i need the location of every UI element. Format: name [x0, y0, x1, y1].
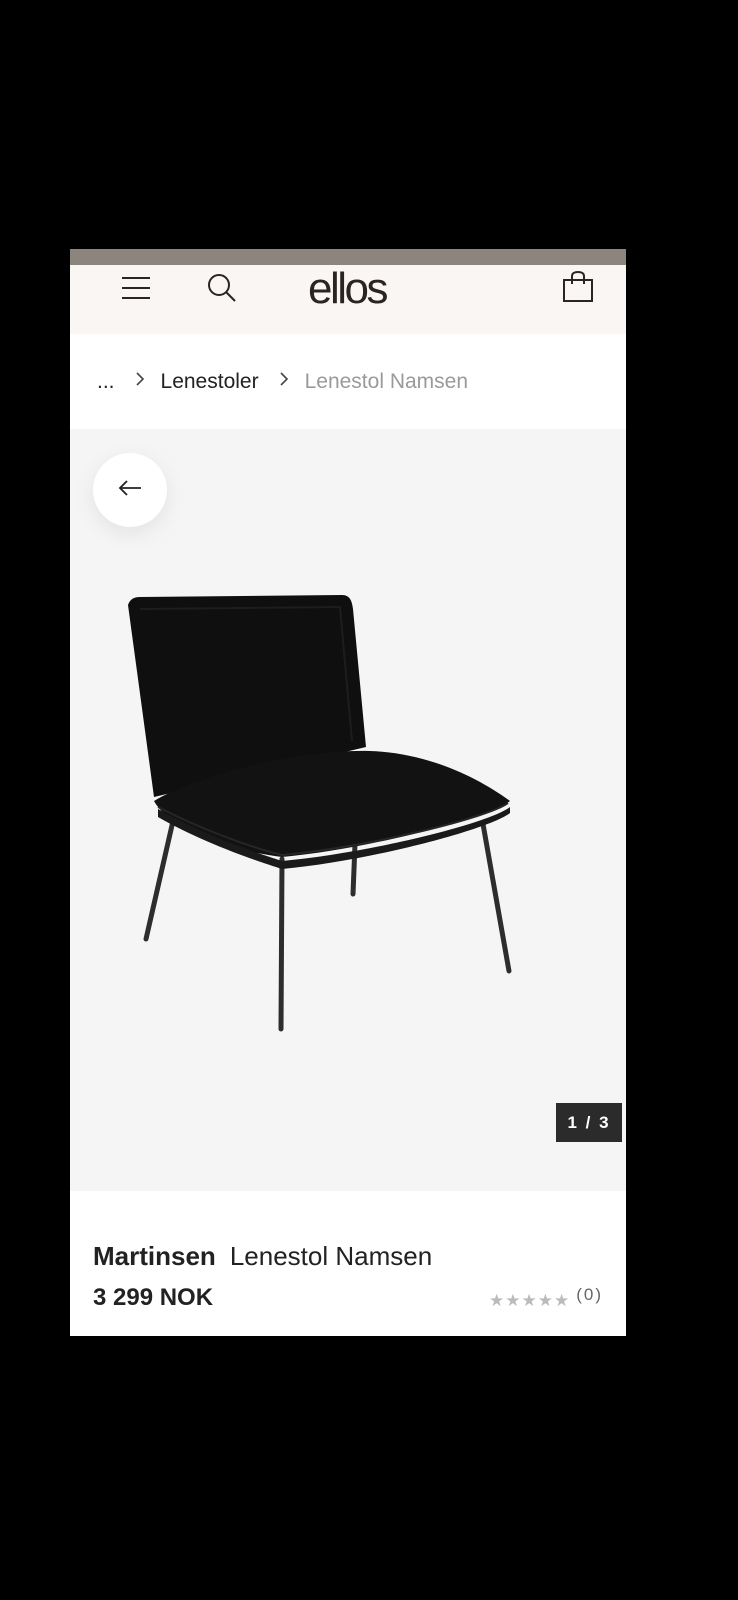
product-info: Martinsen Lenestol Namsen 3 299 NOK ★★★★★… — [70, 1191, 626, 1312]
shopping-bag-icon[interactable] — [562, 270, 594, 303]
product-price: 3 299 NOK — [93, 1284, 214, 1311]
star-rating-icon: ★★★★★ — [489, 1291, 571, 1311]
arrow-left-icon — [118, 479, 142, 502]
ellos-logo[interactable]: ellos — [308, 265, 389, 313]
back-button[interactable] — [93, 453, 167, 527]
breadcrumb-item-lenestoler[interactable]: Lenestoler — [161, 370, 259, 394]
chevron-right-icon — [279, 371, 289, 392]
site-header: ellos — [70, 265, 626, 334]
rating[interactable]: ★★★★★ (0) — [489, 1285, 603, 1311]
rating-count: (0) — [576, 1285, 603, 1304]
product-name: Lenestol Namsen — [229, 1241, 433, 1271]
breadcrumb: ... Lenestoler Lenestol Namsen — [70, 334, 626, 429]
product-gallery[interactable]: 1 / 3 — [70, 429, 626, 1191]
app-screen: ellos ... Lenestoler Lenestol Namsen 1 /… — [70, 249, 626, 1336]
breadcrumb-current: Lenestol Namsen — [304, 369, 469, 393]
price-row: 3 299 NOK ★★★★★ (0) — [93, 1284, 603, 1312]
product-brand[interactable]: Martinsen — [93, 1241, 216, 1271]
chevron-right-icon — [135, 371, 145, 392]
image-counter: 1 / 3 — [556, 1103, 622, 1142]
product-title: Martinsen Lenestol Namsen — [93, 1241, 603, 1272]
hamburger-menu-icon[interactable] — [122, 276, 150, 300]
product-image[interactable] — [70, 429, 626, 1191]
search-icon[interactable] — [207, 273, 237, 303]
status-strip — [70, 249, 626, 265]
breadcrumb-ellipsis[interactable]: ... — [97, 370, 115, 394]
